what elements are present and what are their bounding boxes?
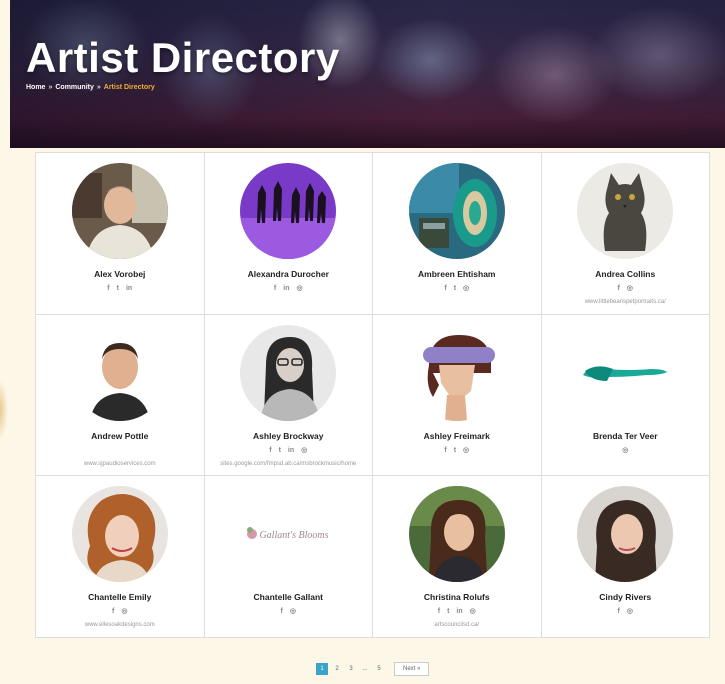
social-links: f ◎ [281,607,296,617]
artist-card[interactable]: Christina Rolufs f t in ◎ artscouncilsd.… [373,476,542,638]
artist-name[interactable]: Andrea Collins [595,269,655,279]
social-links: f ◎ [618,607,633,617]
twitter-icon[interactable]: t [454,284,456,294]
facebook-icon[interactable]: f [281,607,283,617]
artist-name[interactable]: Christina Rolufs [424,592,490,602]
linkedin-icon[interactable]: in [288,446,294,456]
facebook-icon[interactable]: f [107,284,109,294]
instagram-icon[interactable]: ◎ [627,284,633,294]
artist-name[interactable]: Ambreen Ehtisham [418,269,495,279]
instagram-icon[interactable]: ◎ [296,284,302,294]
breadcrumb-current: Artist Directory [103,84,155,91]
artist-avatar[interactable] [577,486,674,583]
artist-card[interactable]: Cindy Rivers f ◎ [541,476,710,638]
facebook-icon[interactable]: f [618,607,620,617]
artist-name[interactable]: Chantelle Gallant [254,592,323,602]
social-links: ◎ [622,446,628,456]
hero-banner: Artist Directory Home » Community » Arti… [10,0,725,148]
artist-card[interactable]: Brenda Ter Veer ◎ [541,314,710,477]
social-links: f t ◎ [444,284,469,294]
artist-avatar[interactable] [240,163,337,259]
pagination: 1 2 3 ... 5 Next » [316,662,430,676]
artist-avatar[interactable] [71,324,168,421]
artist-name[interactable]: Ashley Freimark [424,431,490,441]
twitter-icon[interactable]: t [454,446,456,456]
artist-name[interactable]: Andrew Pottle [91,431,148,441]
social-links: f ◎ [112,607,127,617]
artist-avatar[interactable] [71,486,168,583]
artist-card[interactable]: Andrea Collins f ◎ www.littlebeanspetpor… [541,153,710,315]
facebook-icon[interactable]: f [618,284,620,294]
instagram-icon[interactable]: ◎ [121,607,127,617]
linkedin-icon[interactable]: in [126,284,132,294]
breadcrumb-community[interactable]: Community [55,84,94,91]
artist-card[interactable]: Alexandra Durocher f in ◎ [204,153,373,315]
facebook-icon[interactable]: f [274,284,276,294]
facebook-icon[interactable]: f [269,446,271,456]
instagram-icon[interactable]: ◎ [622,446,628,456]
instagram-icon[interactable]: ◎ [627,607,633,617]
artist-avatar[interactable]: Gallant's Blooms [240,486,337,583]
linkedin-icon[interactable]: in [456,607,462,617]
page-link-2[interactable]: 2 [332,663,342,675]
social-links: f in ◎ [274,284,303,294]
artist-name[interactable]: Alexandra Durocher [248,269,329,279]
page-link-5[interactable]: 5 [374,663,384,675]
instagram-icon[interactable]: ◎ [290,607,296,617]
social-links: f t in ◎ [438,607,476,617]
breadcrumb-separator: » [96,84,101,91]
twitter-icon[interactable]: t [447,607,449,617]
artist-website-link[interactable]: www.littlebeanspetportraits.ca/ [585,299,666,305]
page-link-3[interactable]: 3 [346,663,356,675]
artist-card[interactable]: Gallant's Blooms Chantelle Gallant f ◎ [204,476,373,638]
artist-avatar[interactable] [240,324,337,421]
artist-card[interactable]: Andrew Pottle www.sjpaudioservices.com [36,314,205,477]
social-links: f ◎ [618,284,633,294]
instagram-icon[interactable]: ◎ [301,446,307,456]
facebook-icon[interactable]: f [112,607,114,617]
facebook-icon[interactable]: f [438,607,440,617]
next-page-button[interactable]: Next » [394,662,430,676]
artist-avatar[interactable] [408,324,505,421]
page-title: Artist Directory [26,34,340,81]
artist-avatar[interactable] [577,324,674,421]
page-link-1[interactable]: 1 [316,663,328,675]
breadcrumb-home[interactable]: Home [26,84,45,91]
artist-name[interactable]: Chantelle Emily [88,592,151,602]
artist-grid: Alex Vorobej f t in Alexandra Durocher f… [35,152,710,638]
facebook-icon[interactable]: f [444,446,446,456]
instagram-icon[interactable]: ◎ [463,284,469,294]
breadcrumb-separator: » [48,84,53,91]
instagram-icon[interactable]: ◎ [463,446,469,456]
artist-name[interactable]: Ashley Brockway [253,431,323,441]
artist-avatar[interactable] [408,486,505,583]
page-ellipsis: ... [362,666,368,672]
artist-website-link[interactable]: sites.google.com/fmpsd.ab.ca/msbrockmusi… [220,461,356,467]
artist-card[interactable]: Alex Vorobej f t in [36,153,205,315]
artist-avatar[interactable] [408,163,505,259]
social-links: f t ◎ [444,446,469,456]
artist-name[interactable]: Cindy Rivers [599,592,651,602]
twitter-icon[interactable]: t [279,446,281,456]
artist-card[interactable]: Ashley Freimark f t ◎ [373,314,542,477]
artist-name[interactable]: Brenda Ter Veer [593,431,658,441]
social-links: f t in ◎ [269,446,307,456]
artist-avatar[interactable] [71,163,168,259]
twitter-icon[interactable]: t [117,284,119,294]
artist-avatar[interactable] [577,163,674,259]
artist-card[interactable]: Ashley Brockway f t in ◎ sites.google.co… [204,314,373,477]
linkedin-icon[interactable]: in [283,284,289,294]
artist-name[interactable]: Alex Vorobej [94,269,145,279]
breadcrumb: Home » Community » Artist Directory [26,84,155,91]
facebook-icon[interactable]: f [444,284,446,294]
instagram-icon[interactable]: ◎ [470,607,476,617]
brand-logo-text: Gallant's Blooms [260,530,329,541]
artist-card[interactable]: Chantelle Emily f ◎ www.ellesoakdesigns.… [36,476,205,638]
social-links: f t in [107,284,132,294]
artist-card[interactable]: Ambreen Ehtisham f t ◎ [373,153,542,315]
decorative-edge [0,380,8,440]
artist-website-link[interactable]: artscouncilsd.ca/ [434,622,479,628]
artist-website-link[interactable]: www.ellesoakdesigns.com [85,622,155,628]
artist-website-link[interactable]: www.sjpaudioservices.com [84,461,156,467]
